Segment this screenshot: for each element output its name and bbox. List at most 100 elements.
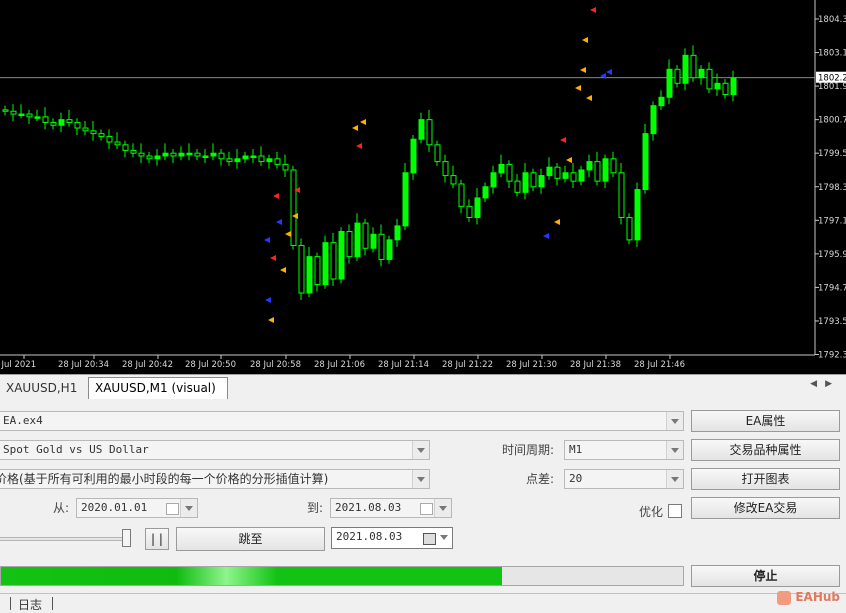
skip-to-date-picker[interactable]: 2021.08.03: [331, 527, 453, 549]
test-progress-fill: [1, 567, 502, 585]
expert-select[interactable]: EA.ex4: [0, 411, 684, 431]
candle-body: [50, 121, 57, 126]
candle-body: [490, 172, 497, 188]
chevron-down-icon[interactable]: [666, 441, 683, 459]
spread-select-value: 20: [569, 472, 583, 485]
current-price-label: 1802.2: [818, 74, 846, 84]
model-select[interactable]: 价格(基于所有可利用的最小时段的每一个价格的分形插值计算): [0, 469, 430, 489]
candle-body: [154, 155, 161, 160]
watermark-text: EAHub: [795, 590, 840, 604]
candle-body: [138, 152, 145, 157]
price-label: 1804.3: [818, 15, 846, 25]
time-label: 28 Jul 21:14: [378, 360, 429, 370]
candle-body: [282, 163, 289, 171]
candle-body: [250, 155, 257, 158]
period-label: 时间周期:: [502, 443, 555, 457]
chevron-down-icon[interactable]: [666, 470, 683, 488]
time-label: 28 Jul 20:58: [250, 360, 301, 370]
candle-body: [202, 155, 209, 158]
optimize-checkbox[interactable]: [668, 504, 682, 518]
candle-body: [210, 152, 217, 157]
visual-speed-slider[interactable]: [0, 537, 130, 541]
price-label: 1797.1: [818, 216, 846, 226]
expert-select-value: EA.ex4: [3, 414, 43, 427]
price-chart[interactable]: 1804.3 1803.1 1801.9 1800.7 1799.5 1798.3 1797…: [0, 0, 846, 374]
candle-body: [538, 175, 545, 188]
buy-trade-marker: [264, 237, 270, 243]
candle-body: [618, 172, 625, 219]
time-label: 28 Jul 21:22: [442, 360, 493, 370]
candle-body: [474, 197, 481, 219]
calendar-icon[interactable]: [420, 503, 433, 515]
candle-body: [594, 161, 601, 182]
candle-body: [298, 244, 305, 294]
to-date-value: 2021.08.03: [335, 501, 402, 514]
candle-body: [442, 161, 449, 177]
close-trade-marker: [586, 95, 592, 101]
price-label: 1795.9: [818, 250, 846, 260]
candle-body: [98, 133, 105, 137]
candle-body: [562, 172, 569, 179]
to-date-picker[interactable]: 2021.08.03: [330, 498, 452, 518]
candle-body: [434, 144, 441, 163]
chevron-down-icon[interactable]: [666, 412, 683, 430]
candle-body: [306, 256, 313, 294]
candle-body: [170, 152, 177, 157]
candle-body: [266, 158, 273, 163]
calendar-icon[interactable]: [423, 533, 436, 545]
tab-scroll-arrows[interactable]: ◀▶: [810, 379, 840, 389]
chevron-down-icon[interactable]: [436, 528, 452, 548]
candle-body: [634, 189, 641, 241]
candle-body: [194, 152, 201, 157]
close-trade-marker: [360, 119, 366, 125]
candle-body: [722, 82, 729, 95]
tab-xauusd-h1[interactable]: XAUUSD,H1: [0, 378, 83, 398]
candle-body: [650, 105, 657, 135]
to-date-label: 到:: [307, 501, 324, 515]
skip-to-button[interactable]: 跳至: [176, 527, 325, 551]
chevron-down-icon[interactable]: [412, 441, 429, 459]
candle-body: [386, 239, 393, 260]
status-divider: [10, 597, 11, 610]
buy-trade-marker: [543, 233, 549, 239]
candle-body: [146, 155, 153, 160]
chevron-down-icon[interactable]: [434, 499, 451, 517]
time-label: 28 Jul 21:06: [314, 360, 365, 370]
symbol-select-value: Spot Gold vs US Dollar: [3, 443, 149, 456]
chart-canvas[interactable]: 1804.31803.11801.91800.71799.51798.31797…: [0, 0, 846, 374]
pause-button[interactable]: | |: [145, 528, 169, 550]
chevron-down-icon[interactable]: [412, 470, 429, 488]
from-date-picker[interactable]: 2020.01.01: [76, 498, 198, 518]
close-trade-marker: [268, 317, 274, 323]
candle-body: [346, 230, 353, 258]
open-chart-button[interactable]: 打开图表: [691, 468, 840, 490]
candle-body: [130, 149, 137, 154]
price-label: 1792.3: [818, 351, 846, 361]
time-label: 28 Jul 20:50: [185, 360, 236, 370]
stop-button[interactable]: 停止: [691, 565, 840, 587]
candle-body: [218, 152, 225, 160]
modify-ea-button[interactable]: 修改EA交易: [691, 497, 840, 519]
tab-xauusd-m1-visual[interactable]: XAUUSD,M1 (visual): [88, 377, 228, 399]
sell-trade-marker: [560, 137, 566, 143]
candle-body: [482, 186, 489, 199]
symbol-select[interactable]: Spot Gold vs US Dollar: [0, 440, 430, 460]
buy-trade-marker: [606, 69, 612, 75]
symbol-properties-button[interactable]: 交易品种属性: [691, 439, 840, 461]
chevron-down-icon[interactable]: [180, 499, 197, 517]
optimize-label: 优化: [639, 505, 664, 519]
time-label: 28 Jul 20:34: [58, 360, 109, 370]
visual-speed-slider-thumb[interactable]: [122, 529, 131, 547]
status-divider: [52, 597, 53, 610]
price-label: 1803.1: [818, 49, 846, 59]
price-label: 1793.5: [818, 317, 846, 327]
candle-body: [458, 183, 465, 207]
candle-body: [106, 135, 113, 143]
calendar-icon[interactable]: [166, 503, 179, 515]
spread-select[interactable]: 20: [564, 469, 684, 489]
period-select[interactable]: M1: [564, 440, 684, 460]
ea-properties-button[interactable]: EA属性: [691, 410, 840, 432]
sell-trade-marker: [273, 193, 279, 199]
price-label: 1794.7: [818, 283, 846, 293]
journal-tab[interactable]: 日志: [18, 596, 42, 613]
